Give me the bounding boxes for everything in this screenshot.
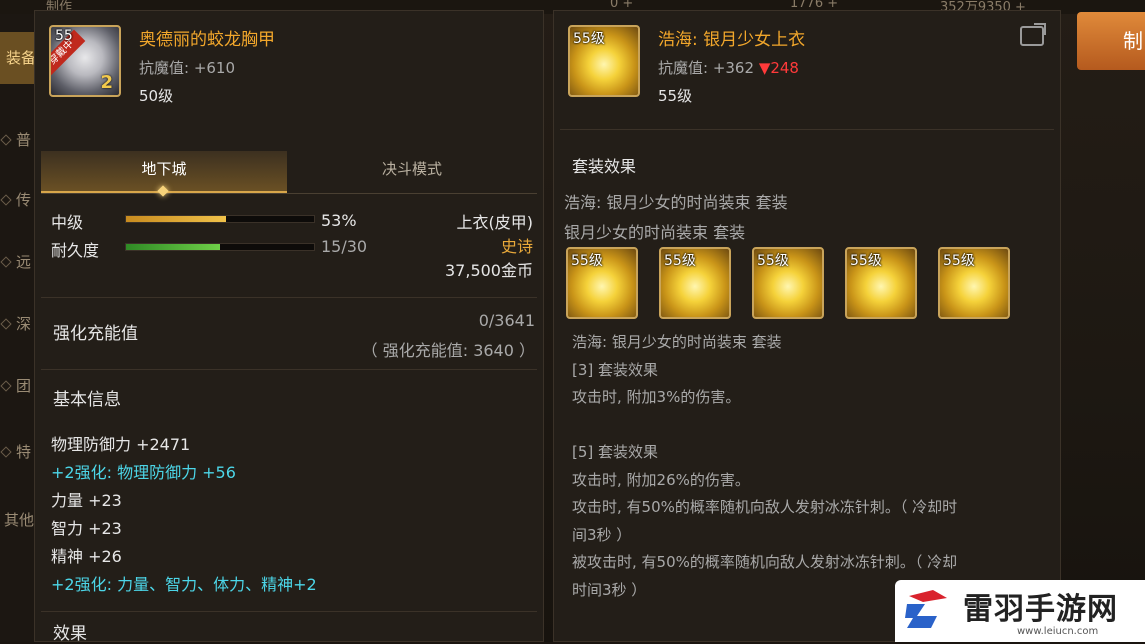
set-piece-level: 55级 bbox=[571, 253, 603, 269]
set-line: 浩海: 银月少女的时尚装束 套装 bbox=[572, 333, 782, 351]
stat-line: 力量 +23 bbox=[51, 491, 122, 510]
divider bbox=[41, 297, 537, 298]
basic-info-title: 基本信息 bbox=[53, 390, 121, 410]
tab-indicator-icon bbox=[157, 185, 169, 197]
watermark-name: 雷羽手游网 bbox=[963, 592, 1118, 627]
nav-label: 团 bbox=[16, 377, 32, 395]
stat-list: 物理防御力 +2471 +2强化: 物理防御力 +56 力量 +23 智力 +2… bbox=[51, 431, 317, 599]
set-line: 攻击时, 有50%的概率随机向敌人发射冰冻针刺。（ 冷却时 bbox=[572, 498, 958, 516]
item-rarity: 史诗 bbox=[500, 237, 533, 256]
charge-value: 0/3641 bbox=[478, 311, 535, 330]
set-effect-title: 套装效果 bbox=[572, 157, 637, 176]
divider bbox=[560, 129, 1054, 130]
charge-subvalue: （ 强化充能值: 3640 ） bbox=[361, 341, 535, 360]
item-stat: 抗魔值: +610 bbox=[139, 59, 236, 77]
set-piece-level: 55级 bbox=[943, 253, 975, 269]
tab-duel-mode[interactable]: 决斗模式 bbox=[289, 151, 535, 193]
icon-level: 55级 bbox=[573, 31, 605, 47]
charge-title: 强化充能值 bbox=[53, 324, 138, 344]
diamond-icon bbox=[0, 194, 12, 206]
set-line: 攻击时, 附加3%的伤害。 bbox=[572, 388, 741, 406]
effect-title: 效果 bbox=[53, 624, 87, 644]
set-line: 攻击时, 附加26%的伤害。 bbox=[572, 470, 750, 489]
watermark: 雷羽手游网 www.leiucn.com bbox=[895, 580, 1145, 642]
grade-bar bbox=[125, 215, 315, 223]
diamond-icon bbox=[0, 446, 12, 458]
nav-label: 其他 bbox=[4, 511, 35, 529]
set-piece-level: 55级 bbox=[664, 253, 696, 269]
grade-label: 中级 bbox=[51, 213, 84, 232]
set-name-2: 银月少女的时尚装束 套装 bbox=[564, 223, 746, 242]
item-name: 浩海: 银月少女上衣 bbox=[658, 30, 806, 50]
nav-label: 传 bbox=[16, 191, 32, 209]
stat-line: +2强化: 力量、智力、体力、精神+2 bbox=[51, 575, 317, 594]
stat-value: 抗魔值: +362 bbox=[658, 59, 755, 77]
tab-duel-label: 决斗模式 bbox=[381, 160, 442, 178]
stat-diff: ▼248 bbox=[758, 59, 799, 77]
set-piece-icon[interactable]: 55级 bbox=[845, 247, 917, 319]
durability-bar-fill bbox=[126, 244, 220, 250]
nav-label: 特 bbox=[16, 443, 32, 461]
tab-dungeon[interactable]: 地下城 bbox=[41, 151, 287, 197]
set-line: [5] 套装效果 bbox=[572, 443, 659, 461]
item-stat: 抗魔值: +362 ▼248 bbox=[658, 57, 799, 78]
set-line: 被攻击时, 有50%的概率随机向敌人发射冰冻针刺。（ 冷却 bbox=[572, 553, 958, 571]
watermark-url: www.leiucn.com bbox=[1017, 626, 1099, 637]
craft-button[interactable]: 制 bbox=[1077, 12, 1145, 70]
stat-line: 物理防御力 +2471 bbox=[51, 435, 191, 454]
set-description: 浩海: 银月少女的时尚装束 套装 [3] 套装效果 攻击时, 附加3%的伤害。 … bbox=[572, 329, 1052, 604]
craft-button-label: 制 bbox=[1123, 29, 1143, 53]
diamond-icon bbox=[0, 318, 12, 330]
set-icons: 55级 55级 55级 55级 55级 bbox=[566, 247, 1026, 321]
set-piece-icon[interactable]: 55级 bbox=[938, 247, 1010, 319]
set-line bbox=[572, 412, 1052, 440]
item-slot: 上衣(皮甲) bbox=[456, 213, 534, 232]
item-level: 55级 bbox=[658, 87, 693, 105]
set-piece-icon[interactable]: 55级 bbox=[752, 247, 824, 319]
icon-level: 55 bbox=[55, 28, 73, 44]
set-piece-icon[interactable]: 55级 bbox=[659, 247, 731, 319]
item-level: 50级 bbox=[139, 87, 174, 105]
chest-armor-icon: 穿戴中 55 2 bbox=[49, 25, 121, 97]
set-piece-icon[interactable]: 55级 bbox=[566, 247, 638, 319]
divider bbox=[41, 611, 537, 612]
durability-label: 耐久度 bbox=[51, 241, 100, 260]
stat-line: 智力 +23 bbox=[51, 519, 122, 538]
share-icon[interactable] bbox=[1020, 23, 1046, 46]
enhance-level: 2 bbox=[100, 72, 113, 93]
compare-item-tooltip: 55级 浩海: 银月少女上衣 抗魔值: +362 ▼248 55级 套装效果 浩… bbox=[553, 10, 1061, 642]
grade-bar-fill bbox=[126, 216, 226, 222]
equipped-item-tooltip: 穿戴中 55 2 奥德丽的蛟龙胸甲 抗魔值: +610 50级 地下城 决斗模式… bbox=[34, 10, 544, 644]
grade-percent: 53% bbox=[321, 211, 357, 230]
tab-dungeon-label: 地下城 bbox=[141, 160, 187, 178]
top-armor-icon: 55级 bbox=[568, 25, 640, 97]
set-piece-level: 55级 bbox=[757, 253, 789, 269]
item-price: 37,500金币 bbox=[445, 261, 533, 280]
mode-tabs: 地下城 决斗模式 bbox=[41, 151, 537, 197]
set-line: [3] 套装效果 bbox=[572, 360, 659, 379]
stat-line: 精神 +26 bbox=[51, 547, 122, 566]
diamond-icon bbox=[0, 256, 12, 268]
nav-label: 深 bbox=[16, 315, 32, 333]
set-name-1: 浩海: 银月少女的时尚装束 套装 bbox=[564, 193, 788, 212]
durability-bar bbox=[125, 243, 315, 251]
durability-value: 15/30 bbox=[321, 237, 368, 256]
set-line: 间3秒 ） bbox=[572, 525, 632, 544]
item-name: 奥德丽的蛟龙胸甲 bbox=[139, 30, 275, 50]
nav-label: 远 bbox=[16, 253, 32, 271]
nav-label: 装备 bbox=[6, 49, 37, 67]
nav-label: 普 bbox=[16, 131, 32, 149]
diamond-icon bbox=[0, 134, 12, 146]
set-piece-level: 55级 bbox=[850, 253, 882, 269]
divider bbox=[41, 369, 537, 370]
diamond-icon bbox=[0, 380, 12, 392]
stat-line: +2强化: 物理防御力 +56 bbox=[51, 463, 236, 482]
watermark-logo-icon bbox=[905, 590, 947, 628]
